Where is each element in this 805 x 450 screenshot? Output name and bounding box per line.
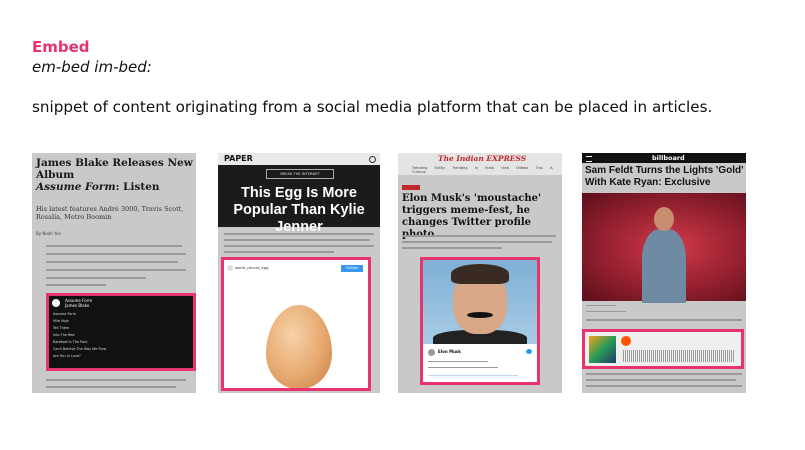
site-header: billboard — [582, 153, 746, 163]
category-tag — [402, 185, 420, 190]
site-logo: billboard — [652, 154, 685, 162]
artist-photo — [582, 193, 746, 303]
track-item: Are You In Love? — [53, 354, 81, 358]
embed-highlight — [582, 329, 744, 369]
hero-banner: BREAK THE INTERNET This Egg Is More Popu… — [218, 165, 380, 235]
article-headline: Sam Feldt Turns the Lights 'Gold' With K… — [585, 165, 744, 188]
player-header: Assume Form James Blake — [65, 298, 93, 308]
article-byline: By Noah Yoo — [36, 231, 61, 236]
music-player: Assume Form James Blake Assume Form Mile… — [49, 296, 193, 368]
example-article-music: James Blake Releases New Album Assume Fo… — [32, 153, 196, 393]
site-logo: PAPER — [224, 154, 253, 163]
search-icon[interactable] — [369, 156, 376, 163]
site-header: PAPER — [218, 153, 380, 165]
soundcloud-embed[interactable] — [582, 329, 744, 369]
site-header: The Indian EXPRESS Trending Entity Trend… — [398, 153, 562, 175]
pronunciation: em-bed im-bed: — [32, 58, 152, 76]
term-heading: Embed — [32, 38, 90, 56]
example-article-billboard: billboard Sam Feldt Turns the Lights 'Go… — [582, 153, 746, 393]
track-item: Can't Believe The Way We Flow — [53, 347, 107, 351]
article-headline: James Blake Releases New Album Assume Fo… — [36, 157, 193, 193]
article-headline: This Egg Is More Popular Than Kylie Jenn… — [233, 185, 365, 235]
spotify-embed[interactable]: Assume Form James Blake Assume Form Mile… — [46, 293, 196, 371]
track-item: Into The Red — [53, 333, 75, 337]
play-icon — [52, 299, 60, 307]
track-item: Barefoot In The Park — [53, 340, 88, 344]
article-subtitle: His latest features André 3000, Travis S… — [36, 205, 184, 221]
break-the-internet-button[interactable]: BREAK THE INTERNET — [266, 169, 334, 179]
track-item: Tell Them — [53, 326, 70, 330]
track-item: Mile High — [53, 319, 69, 323]
site-nav[interactable]: Trending Entity Trending in India Viral … — [412, 166, 562, 174]
example-article-tweet: The Indian EXPRESS Trending Entity Trend… — [398, 153, 562, 393]
menu-icon[interactable] — [586, 156, 592, 162]
embed-highlight — [221, 257, 371, 391]
site-logo: The Indian EXPRESS — [438, 154, 527, 163]
article-headline: Elon Musk's 'moustache' triggers meme-fe… — [402, 193, 542, 240]
embed-highlight — [420, 257, 540, 385]
track-item: Assume Form — [53, 312, 77, 316]
example-article-egg: PAPER BREAK THE INTERNET This Egg Is Mor… — [218, 153, 380, 393]
definition-text: snippet of content originating from a so… — [32, 98, 713, 116]
